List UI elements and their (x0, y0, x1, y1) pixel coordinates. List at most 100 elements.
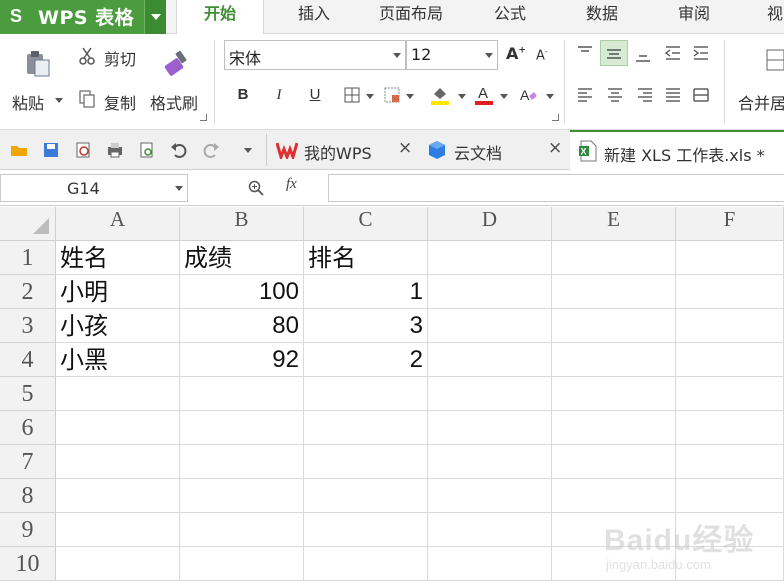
cell-d1[interactable] (428, 241, 552, 275)
row-header-8[interactable]: 8 (0, 479, 56, 513)
undo-icon[interactable] (170, 141, 188, 159)
cell-f7[interactable] (676, 445, 784, 479)
row-header-6[interactable]: 6 (0, 411, 56, 445)
align-top-icon[interactable] (576, 44, 594, 60)
align-bottom-icon[interactable] (634, 46, 652, 64)
print-icon[interactable] (106, 141, 124, 159)
cell-b1[interactable]: 成绩 (180, 241, 304, 275)
cell-c9[interactable] (304, 513, 428, 547)
cell-e8[interactable] (552, 479, 676, 513)
fill-color-dropdown-icon[interactable] (458, 94, 466, 99)
redo-icon[interactable] (202, 141, 220, 159)
copy-button[interactable]: 复制 (104, 90, 136, 114)
row-header-4[interactable]: 4 (0, 343, 56, 377)
cell-f2[interactable] (676, 275, 784, 309)
cell-c4[interactable]: 2 (304, 343, 428, 377)
font-dialog-launcher-icon[interactable] (552, 114, 559, 121)
cell-e1[interactable] (552, 241, 676, 275)
cell-b7[interactable] (180, 445, 304, 479)
cell-f5[interactable] (676, 377, 784, 411)
cell-a7[interactable] (56, 445, 180, 479)
cell-d8[interactable] (428, 479, 552, 513)
cell-style-icon[interactable] (384, 87, 400, 103)
cell-a9[interactable] (56, 513, 180, 547)
select-all-button[interactable] (0, 207, 56, 241)
tab-data[interactable]: 数据 (562, 0, 642, 34)
underline-button[interactable]: U (304, 84, 326, 106)
cell-d9[interactable] (428, 513, 552, 547)
cell-e6[interactable] (552, 411, 676, 445)
doc-tab-my-wps[interactable]: 我的WPS × (270, 130, 418, 170)
cell-a3[interactable]: 小孩 (56, 309, 180, 343)
close-icon[interactable]: × (398, 138, 412, 158)
cell-e3[interactable] (552, 309, 676, 343)
cell-b2[interactable]: 100 (180, 275, 304, 309)
cell-e2[interactable] (552, 275, 676, 309)
merge-center-button[interactable]: 合并居 (738, 90, 784, 114)
cell-d3[interactable] (428, 309, 552, 343)
print-preview-icon[interactable] (138, 141, 156, 159)
paste-dropdown-icon[interactable] (55, 98, 63, 103)
cell-c6[interactable] (304, 411, 428, 445)
cell-f6[interactable] (676, 411, 784, 445)
row-header-7[interactable]: 7 (0, 445, 56, 479)
decrease-indent-icon[interactable] (664, 44, 682, 62)
cell-style-dropdown-icon[interactable] (406, 94, 414, 99)
row-header-5[interactable]: 5 (0, 377, 56, 411)
row-header-1[interactable]: 1 (0, 241, 56, 275)
align-right-icon[interactable] (636, 86, 654, 104)
cell-b3[interactable]: 80 (180, 309, 304, 343)
cell-d7[interactable] (428, 445, 552, 479)
align-left-icon[interactable] (576, 86, 594, 104)
app-menu-dropdown[interactable] (144, 0, 166, 34)
clipboard-dialog-launcher-icon[interactable] (200, 114, 207, 121)
column-header-e[interactable]: E (552, 207, 676, 241)
cell-c1[interactable]: 排名 (304, 241, 428, 275)
cell-e5[interactable] (552, 377, 676, 411)
fill-color-icon[interactable] (430, 84, 450, 106)
column-header-c[interactable]: C (304, 207, 428, 241)
tab-insert[interactable]: 插入 (274, 0, 354, 34)
format-painter-button[interactable]: 格式刷 (150, 90, 198, 114)
borders-dropdown-icon[interactable] (366, 94, 374, 99)
paste-icon[interactable] (24, 50, 52, 78)
cell-a10[interactable] (56, 547, 180, 581)
row-header-9[interactable]: 9 (0, 513, 56, 547)
merge-center-icon[interactable] (766, 48, 784, 72)
column-header-d[interactable]: D (428, 207, 552, 241)
font-size-select[interactable]: 12 (406, 40, 498, 70)
cell-d5[interactable] (428, 377, 552, 411)
cell-d10[interactable] (428, 547, 552, 581)
cell-b10[interactable] (180, 547, 304, 581)
zoom-search-icon[interactable] (248, 180, 264, 196)
cell-a6[interactable] (56, 411, 180, 445)
cell-f4[interactable] (676, 343, 784, 377)
format-painter-icon[interactable] (162, 48, 192, 78)
column-header-b[interactable]: B (180, 207, 304, 241)
tab-page-layout[interactable]: 页面布局 (364, 0, 458, 34)
row-header-10[interactable]: 10 (0, 547, 56, 581)
tab-home[interactable]: 开始 (176, 0, 264, 35)
increase-indent-icon[interactable] (692, 44, 710, 62)
paste-button[interactable]: 粘贴 (12, 90, 44, 114)
row-header-3[interactable]: 3 (0, 309, 56, 343)
cell-b8[interactable] (180, 479, 304, 513)
clear-format-icon[interactable]: A (518, 86, 538, 106)
cell-d2[interactable] (428, 275, 552, 309)
distributed-align-icon[interactable] (692, 86, 710, 104)
app-menu-button[interactable]: S WPS 表格 (0, 0, 166, 34)
column-header-a[interactable]: A (56, 207, 180, 241)
customize-toolbar-icon[interactable] (244, 148, 252, 153)
doc-tab-cloud-docs[interactable]: 云文档 × (420, 130, 568, 170)
name-box[interactable]: G14 (0, 174, 188, 202)
align-center-icon[interactable] (606, 86, 624, 104)
align-middle-button[interactable] (600, 40, 628, 66)
close-icon[interactable]: × (548, 138, 562, 158)
cell-a8[interactable] (56, 479, 180, 513)
cell-f1[interactable] (676, 241, 784, 275)
save-icon[interactable] (42, 141, 60, 159)
cell-c8[interactable] (304, 479, 428, 513)
cell-b4[interactable]: 92 (180, 343, 304, 377)
cell-a2[interactable]: 小明 (56, 275, 180, 309)
clear-format-dropdown-icon[interactable] (546, 94, 554, 99)
